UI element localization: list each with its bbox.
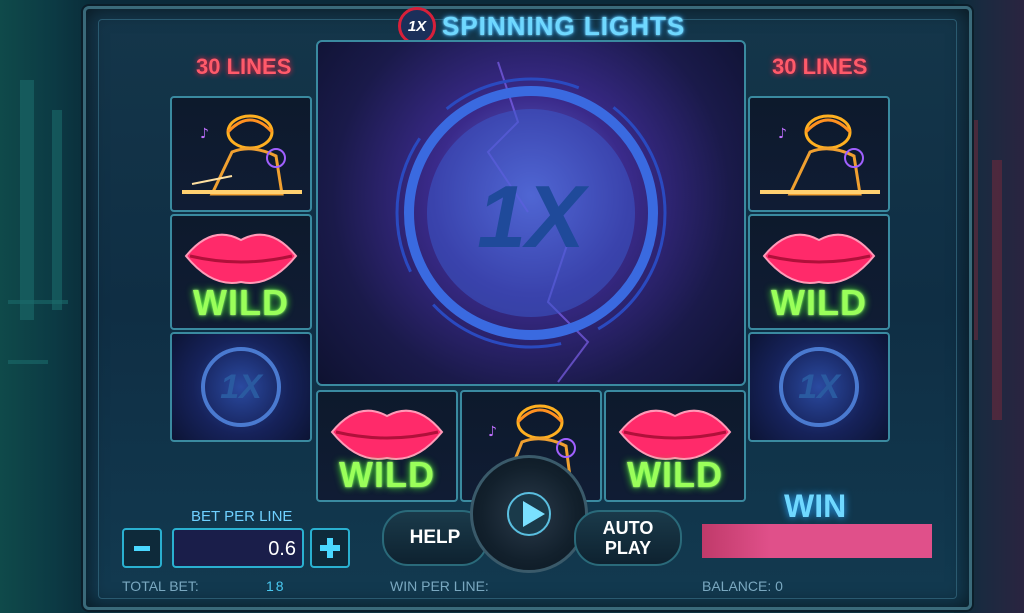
minus-icon	[134, 545, 150, 551]
wild-label: WILD	[627, 454, 723, 495]
autoplay-label-line2: PLAY	[604, 538, 652, 558]
autoplay-button[interactable]: AUTO PLAY	[574, 510, 682, 566]
win-per-line-label: WIN PER LINE:	[390, 578, 489, 594]
big-logo-symbol: 1X	[316, 40, 746, 386]
dj-icon: ♪	[182, 114, 302, 196]
win-label: WIN	[784, 488, 847, 524]
lines-label-right: 30 LINES	[772, 54, 868, 79]
logo-text: 1X	[798, 368, 840, 406]
svg-text:♪: ♪	[488, 424, 497, 440]
reel-cell-wild: WILD	[170, 214, 312, 330]
reel-cell-logo: 1X	[170, 332, 312, 442]
title-text: SPINNING LIGHTS	[442, 10, 686, 41]
win-display-bar	[702, 524, 932, 558]
bet-value-field[interactable]: 0.6	[172, 528, 304, 568]
wild-label: WILD	[771, 282, 867, 323]
play-icon	[523, 501, 545, 527]
reel-cell-wild: WILD	[604, 390, 746, 502]
plus-icon	[320, 538, 340, 558]
background-left	[0, 0, 90, 613]
total-bet-label: TOTAL BET:	[122, 578, 199, 594]
reel-cell-dj: ♪	[170, 96, 312, 212]
reel-cell-wild: WILD	[316, 390, 458, 502]
svg-text:♪: ♪	[200, 126, 209, 142]
bet-minus-button[interactable]	[122, 528, 162, 568]
spin-button[interactable]	[470, 455, 588, 573]
reel-cell-wild: WILD	[748, 214, 890, 330]
bet-per-line-label: BET PER LINE	[191, 508, 293, 525]
balance-label: BALANCE: 0	[702, 578, 783, 594]
wild-label: WILD	[193, 282, 289, 323]
bet-plus-button[interactable]	[310, 528, 350, 568]
big-logo-text: 1X	[477, 167, 585, 266]
dj-icon: ♪	[760, 114, 880, 196]
total-bet-value: 18	[266, 578, 286, 594]
logo-text: 1X	[220, 368, 262, 406]
autoplay-label-line1: AUTO	[602, 518, 654, 538]
svg-text:♪: ♪	[778, 126, 787, 142]
reel-cell-dj: ♪	[748, 96, 890, 212]
reel-cell-logo: 1X	[748, 332, 890, 442]
wild-label: WILD	[339, 454, 435, 495]
lines-label-left: 30 LINES	[196, 54, 292, 79]
